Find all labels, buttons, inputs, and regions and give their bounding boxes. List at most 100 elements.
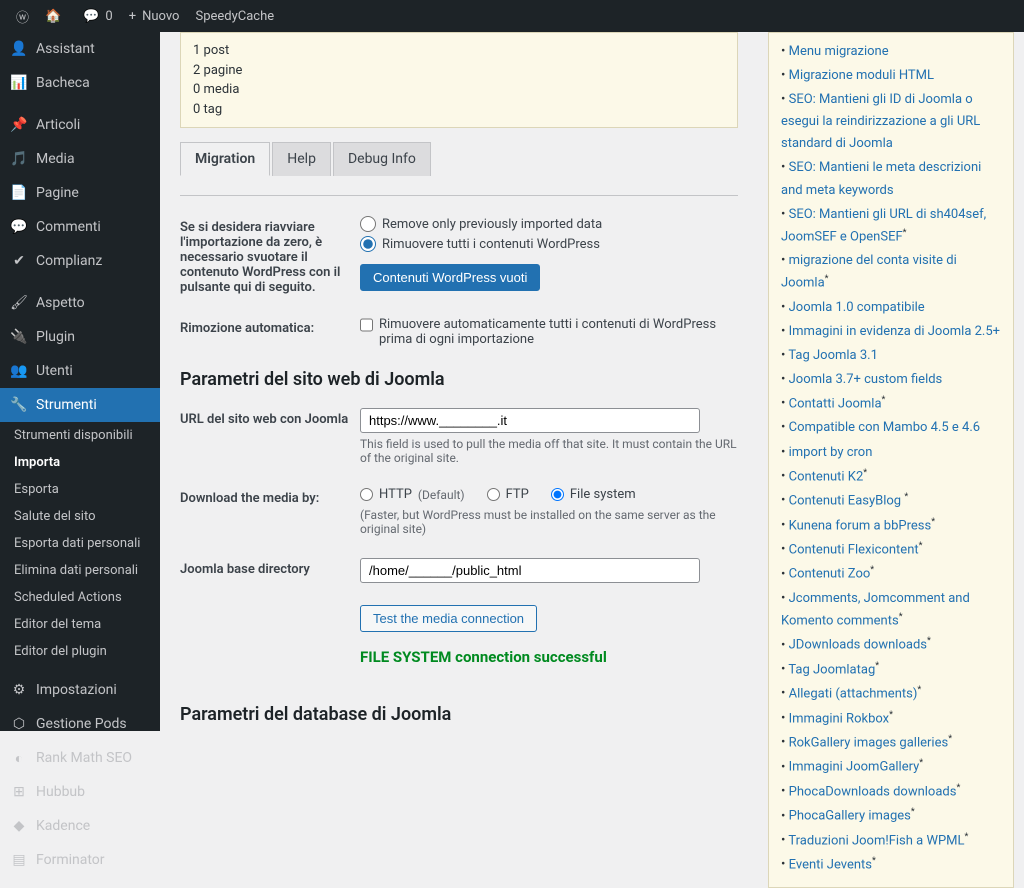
test-media-button[interactable]: Test the media connection [360, 605, 537, 632]
feature-link[interactable]: Compatible con Mambo 4.5 e 4.6 [789, 420, 980, 435]
feature-link[interactable]: RokGallery images galleries [789, 735, 949, 750]
feature-item: Migrazione moduli HTML [781, 65, 1001, 87]
feature-link[interactable]: Contenuti EasyBlog [789, 493, 905, 508]
joomla-url-input[interactable] [360, 408, 700, 433]
submenu-esporta[interactable]: Esporta [0, 476, 160, 503]
menu-item-hubbub[interactable]: ⊞Hubbub [0, 775, 160, 809]
feature-link[interactable]: Immagini in evidenza di Joomla 2.5+ [789, 324, 1000, 339]
feature-link[interactable]: Traduzioni Joom!Fish a WPML [788, 833, 964, 848]
menu-item-rank-math-seo[interactable]: ◐ Rank Math SEO [0, 741, 160, 775]
feature-link[interactable]: Joomla 1.0 compatibile [789, 300, 925, 315]
radio-ftp[interactable] [487, 488, 500, 501]
menu-item-pagine[interactable]: 📄Pagine [0, 176, 160, 210]
feature-link[interactable]: migrazione del conta visite di Joomla [781, 253, 957, 290]
summary-pages: 2 pagine [193, 61, 725, 81]
row-auto-remove: Rimozione automatica: Rimuovere automati… [180, 317, 738, 347]
feature-link[interactable]: Contenuti Flexicontent [789, 542, 919, 557]
empty-wp-button[interactable]: Contenuti WordPress vuoti [360, 264, 540, 291]
menu-icon: ◐ [10, 749, 28, 767]
right-column: Menu migrazione Migrazione moduli HTML SEO… [758, 32, 1024, 731]
basedir-input[interactable] [360, 558, 700, 583]
submenu-elimina-dati-personali[interactable]: Elimina dati personali [0, 557, 160, 584]
feature-link[interactable]: JDownloads downloads [789, 638, 927, 653]
feature-link[interactable]: SEO: Mantieni gli URL di sh404sef, JoomS… [781, 207, 986, 244]
menu-icon: 🔌 [10, 328, 28, 346]
premium-features-box: Menu migrazione Migrazione moduli HTML SEO… [768, 32, 1014, 888]
heading-db-params: Parametri del database di Joomla [180, 704, 738, 725]
feature-item: Contenuti EasyBlog * [781, 490, 1001, 512]
menu-label: Assistant [36, 41, 95, 57]
feature-item: Immagini in evidenza di Joomla 2.5+ [781, 321, 1001, 343]
menu-icon: 👥 [10, 362, 28, 380]
feature-link[interactable]: Contatti Joomla [789, 396, 882, 411]
submenu-esporta-dati-personali[interactable]: Esporta dati personali [0, 530, 160, 557]
menu-item-plugin[interactable]: 🔌Plugin [0, 320, 160, 354]
menu-item-impostazioni[interactable]: ⚙Impostazioni [0, 673, 160, 707]
new-link[interactable]: +Nuovo [121, 0, 188, 32]
auto-remove-checkbox[interactable] [360, 317, 373, 333]
feature-link[interactable]: Migrazione moduli HTML [789, 68, 934, 83]
tab-help[interactable]: Help [272, 142, 331, 176]
menu-label: Complianz [36, 253, 102, 269]
feature-link[interactable]: Tag Joomlatag [788, 662, 875, 677]
radio-filesystem[interactable] [551, 488, 564, 501]
menu-item-forminator[interactable]: ▤ Forminator [0, 843, 160, 877]
feature-link[interactable]: Immagini Rokbox [789, 711, 889, 726]
radio-remove-all-input[interactable] [360, 236, 376, 252]
submenu-salute-del-sito[interactable]: Salute del sito [0, 503, 160, 530]
menu-item-assistant[interactable]: 👤Assistant [0, 32, 160, 66]
submenu-editor-del-plugin[interactable]: Editor del plugin [0, 638, 160, 665]
submenu-strumenti-disponibili[interactable]: Strumenti disponibili [0, 422, 160, 449]
menu-label: Forminator [36, 852, 105, 868]
radio-remove-imported[interactable]: Remove only previously imported data [360, 216, 738, 232]
menu-label: Pagine [36, 185, 79, 201]
feature-link[interactable]: Joomla 3.7+ custom fields [789, 372, 943, 387]
row-joomla-url: URL del sito web con Joomla This field i… [180, 408, 738, 465]
comments-link[interactable]: 💬0 [75, 0, 121, 32]
speedycache-link[interactable]: SpeedyCache [187, 0, 282, 32]
submenu-scheduled-actions[interactable]: Scheduled Actions [0, 584, 160, 611]
menu-label: Articoli [36, 117, 80, 133]
menu-item-kadence[interactable]: ◆Kadence [0, 809, 160, 843]
feature-link[interactable]: Immagini JoomGallery [789, 760, 920, 775]
menu-item-articoli[interactable]: 📌Articoli [0, 108, 160, 142]
tab-debug[interactable]: Debug Info [333, 142, 431, 176]
radio-remove-imported-input[interactable] [360, 216, 376, 232]
feature-link[interactable]: Allegati (attachments) [789, 686, 918, 701]
submenu-editor-del-tema[interactable]: Editor del tema [0, 611, 160, 638]
feature-link[interactable]: SEO: Mantieni gli ID di Joomla o esegui … [781, 92, 980, 151]
comment-icon: 💬 [83, 9, 99, 24]
menu-item-media[interactable]: 🎵Media [0, 142, 160, 176]
feature-link[interactable]: Tag Joomla 3.1 [788, 348, 878, 363]
menu-item-aspetto[interactable]: 🖌Aspetto [0, 286, 160, 320]
feature-link[interactable]: SEO: Mantieni le meta descrizioni and me… [781, 160, 981, 197]
feature-link[interactable]: PhocaGallery images [789, 809, 911, 824]
menu-icon: ▤ [10, 851, 28, 869]
feature-link[interactable]: Eventi Jevents [789, 857, 872, 872]
feature-link[interactable]: Contenuti K2 [789, 469, 864, 484]
feature-link[interactable]: import by cron [789, 445, 873, 460]
submenu-importa[interactable]: Importa [0, 449, 160, 476]
feature-link[interactable]: PhocaDownloads downloads [789, 784, 957, 799]
menu-item-commenti[interactable]: 💬Commenti [0, 210, 160, 244]
menu-item-complianz[interactable]: ✔Complianz [0, 244, 160, 278]
menu-item-gestione-pods[interactable]: ⬡Gestione Pods [0, 707, 160, 741]
menu-item-utenti[interactable]: 👥Utenti [0, 354, 160, 388]
feature-item: RokGallery images galleries* [781, 732, 1001, 754]
radio-remove-imported-label: Remove only previously imported data [382, 217, 602, 232]
site-home[interactable]: 🏠 [37, 0, 75, 32]
feature-link[interactable]: Menu migrazione [789, 44, 889, 59]
summary-posts: 1 post [193, 41, 725, 61]
auto-remove-checkbox-row[interactable]: Rimuovere automaticamente tutti i conten… [360, 317, 738, 347]
feature-link[interactable]: Jcomments, Jomcomment and Komento commen… [781, 591, 970, 628]
radio-http[interactable] [360, 488, 373, 501]
menu-label: Rank Math SEO [36, 750, 132, 766]
menu-item-strumenti[interactable]: 🔧Strumenti [0, 388, 160, 422]
menu-item-bacheca[interactable]: 📊Bacheca [0, 66, 160, 100]
feature-link[interactable]: Kunena forum a bbPress [789, 518, 932, 533]
feature-link[interactable]: Contenuti Zoo [789, 567, 871, 582]
radio-remove-all[interactable]: Rimuovere tutti i contenuti WordPress [360, 236, 738, 252]
wp-logo[interactable]: ⓦ [8, 0, 37, 32]
tab-migration[interactable]: Migration [180, 142, 270, 176]
menu-label: Bacheca [36, 75, 90, 91]
